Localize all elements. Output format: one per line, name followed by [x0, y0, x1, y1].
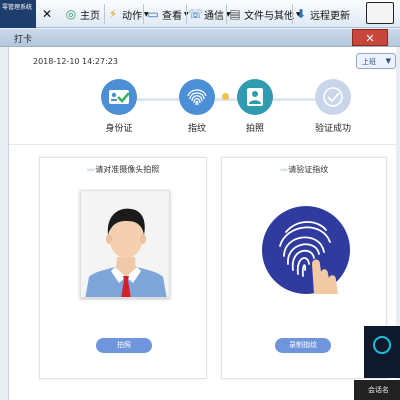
- files-menu[interactable]: ▤ 文件与其他 ▼: [228, 6, 300, 22]
- step-photo: [237, 79, 273, 115]
- step-connector: [271, 98, 315, 101]
- taskbar-session-label: 会话名: [368, 386, 389, 394]
- step-label: 身份证: [105, 124, 133, 134]
- chevrons-right-icon: ››››: [86, 166, 96, 174]
- punch-panel: 2018-12-10 14:27:23 上班 ▼ 身份证 指纹 拍照 验证成功 …: [8, 47, 397, 400]
- id-card-icon: [109, 90, 130, 104]
- close-icon: ✕: [365, 32, 375, 45]
- view-menu[interactable]: ▭ 查看 ▼: [146, 6, 188, 22]
- fingerprint-card-title: 请验证指纹: [288, 165, 329, 174]
- lightning-icon: ⚡: [108, 7, 118, 21]
- remote-update-label: 远程更新: [310, 10, 350, 22]
- record-fingerprint-button[interactable]: 录制指纹: [275, 338, 331, 353]
- home-button[interactable]: ◎ 主页: [64, 6, 100, 22]
- window-title-bar: 打卡 ✕: [0, 29, 400, 47]
- toolbar-divider: [186, 4, 187, 24]
- communication-menu[interactable]: ☏ 通信 ▼: [188, 6, 231, 22]
- current-datetime: 2018-12-10 14:27:23: [33, 57, 118, 66]
- home-icon: ◎: [65, 7, 77, 21]
- action-label: 动作: [122, 10, 142, 22]
- check-circle-icon: [323, 87, 343, 107]
- camera-card-header: ›››› 请对准摄像头拍照: [40, 164, 206, 175]
- photo-icon: [247, 88, 263, 106]
- monitor-icon: ▭: [147, 7, 159, 21]
- take-photo-button[interactable]: 拍照: [96, 338, 152, 353]
- ring-icon: [373, 336, 391, 354]
- screen: 零管理系统 ✕ ◎ 主页 ⚡ 动作 ▼ ▭ 查看 ▼ ☏ 通信 ▼ ▤ 文件与其…: [0, 0, 400, 400]
- taskbar-session[interactable]: 会话名: [354, 380, 400, 400]
- camera-card-title: 请对准摄像头拍照: [95, 165, 160, 174]
- communication-label: 通信: [204, 10, 224, 22]
- fingerprint-scanner: [262, 206, 350, 294]
- close-icon: ✕: [41, 7, 53, 21]
- portrait-image: [81, 191, 169, 297]
- section-divider: [9, 144, 397, 145]
- status-select-value: 上班: [362, 58, 376, 66]
- step-label: 拍照: [245, 124, 264, 134]
- toolbar-divider: [226, 4, 227, 24]
- step-fingerprint: [179, 79, 215, 115]
- fingerprint-icon: [187, 89, 207, 106]
- home-label: 主页: [80, 10, 100, 22]
- step-connector: [135, 98, 179, 101]
- step-label: 指纹: [187, 124, 206, 134]
- document-icon: ▤: [229, 7, 241, 21]
- step-id-card: [101, 79, 137, 115]
- chevron-down-icon: ▼: [385, 57, 391, 65]
- fingerprint-card-header: ›››› 请验证指纹: [222, 164, 386, 175]
- download-arrow-icon: ⬇: [295, 7, 307, 21]
- progress-dot: [222, 93, 229, 100]
- chevrons-right-icon: ››››: [279, 166, 289, 174]
- window-close-button[interactable]: ✕: [352, 29, 388, 46]
- app-tab[interactable]: 零管理系统: [0, 0, 36, 28]
- toolbar-divider: [143, 4, 144, 24]
- finger-scan-icon: [279, 221, 338, 294]
- floating-widget[interactable]: [364, 326, 400, 378]
- app-toolbar: 零管理系统 ✕ ◎ 主页 ⚡ 动作 ▼ ▭ 查看 ▼ ☏ 通信 ▼ ▤ 文件与其…: [0, 0, 400, 28]
- phone-icon: ☏: [188, 7, 204, 21]
- captured-photo: [80, 190, 170, 298]
- step-verified: [315, 79, 351, 115]
- corner-button[interactable]: [366, 2, 394, 24]
- remote-update-button[interactable]: ⬇ 远程更新: [294, 6, 350, 22]
- toolbar-divider: [104, 4, 105, 24]
- close-x-button[interactable]: ✕: [40, 6, 56, 22]
- camera-card: ›››› 请对准摄像头拍照 拍照: [39, 157, 207, 379]
- step-label: 验证成功: [314, 124, 351, 134]
- status-select[interactable]: 上班 ▼: [356, 53, 396, 69]
- fingerprint-card: ›››› 请验证指纹 录制指纹: [221, 157, 387, 379]
- view-label: 查看: [162, 10, 182, 22]
- window-title: 打卡: [14, 35, 33, 45]
- files-label: 文件与其他: [244, 10, 294, 22]
- toolbar-divider: [292, 4, 293, 24]
